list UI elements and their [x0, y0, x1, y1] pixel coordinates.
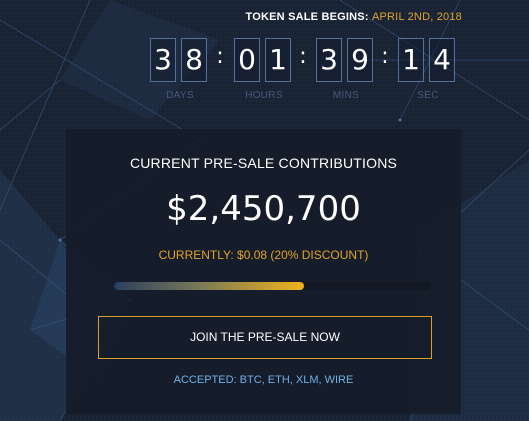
presale-progress-bar: [114, 282, 430, 290]
hours-digit-2: 1: [265, 38, 291, 82]
token-sale-banner: TOKEN SALE BEGINS: APRIL 2ND, 2018: [0, 11, 529, 23]
hours-label: HOURS: [245, 90, 283, 101]
mins-digit-2: 9: [347, 38, 373, 82]
token-sale-date: APRIL 2ND, 2018: [371, 11, 462, 23]
join-presale-button[interactable]: JOIN THE PRE-SALE NOW: [98, 316, 432, 359]
countdown-separator: :: [216, 44, 224, 69]
accepted-currencies: ACCEPTED: BTC, ETH, XLM, WIRE: [173, 374, 354, 386]
sec-digit-2: 4: [429, 38, 455, 82]
countdown-separator: :: [381, 44, 389, 69]
presale-panel: CURRENT PRE-SALE CONTRIBUTIONS $2,450,70…: [66, 129, 461, 414]
days-digit-2: 8: [181, 38, 207, 82]
presale-title: CURRENT PRE-SALE CONTRIBUTIONS: [129, 155, 398, 171]
sec-digit-1: 1: [398, 38, 424, 82]
progress-fill: [114, 282, 304, 290]
sec-label: SEC: [417, 90, 439, 101]
current-price: CURRENTLY: $0.08 (20% DISCOUNT): [158, 248, 369, 262]
contribution-amount: $2,450,700: [166, 189, 361, 229]
countdown-separator: :: [299, 44, 307, 69]
countdown-timer: 3 8 : 0 1 : 3 9 : 1 4 DAYS HOURS MINS SE…: [0, 38, 529, 108]
mins-digit-1: 3: [316, 38, 342, 82]
days-digit-1: 3: [150, 38, 176, 82]
hours-digit-1: 0: [234, 38, 260, 82]
days-label: DAYS: [166, 90, 194, 101]
token-sale-label: TOKEN SALE BEGINS:: [245, 11, 369, 23]
mins-label: MINS: [332, 90, 360, 101]
